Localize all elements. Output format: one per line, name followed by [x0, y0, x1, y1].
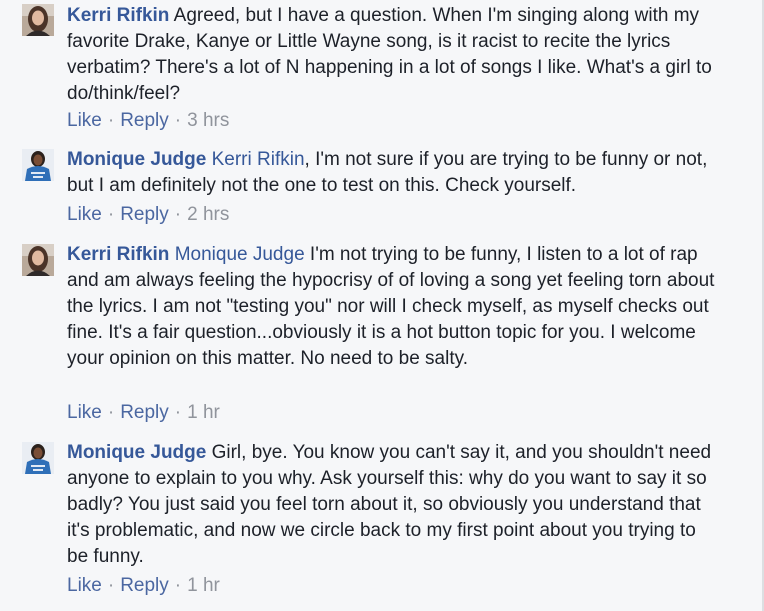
separator: ·: [107, 110, 115, 131]
reply-button[interactable]: Reply: [120, 110, 169, 131]
monique-avatar-icon: [22, 442, 54, 474]
comment-actions: Like · Reply · 1 hr: [67, 401, 220, 425]
separator: ·: [174, 402, 182, 423]
comment-timestamp[interactable]: 2 hrs: [187, 204, 229, 225]
avatar[interactable]: [22, 4, 54, 36]
comment-body: Monique Judge Kerri Rifkin, I'm not sure…: [67, 147, 722, 199]
kerri-avatar-icon: [22, 244, 54, 276]
comment-author[interactable]: Kerri Rifkin: [67, 244, 169, 265]
comment-body: Kerri Rifkin Monique Judge I'm not tryin…: [67, 242, 722, 372]
like-button[interactable]: Like: [67, 402, 102, 423]
comment-timestamp[interactable]: 1 hr: [187, 575, 220, 596]
avatar[interactable]: [22, 149, 54, 181]
avatar[interactable]: [22, 442, 54, 474]
comment-actions: Like · Reply · 2 hrs: [67, 203, 229, 227]
monique-avatar-icon: [22, 149, 54, 181]
reply-button[interactable]: Reply: [120, 204, 169, 225]
reply-button[interactable]: Reply: [120, 402, 169, 423]
separator: ·: [107, 204, 115, 225]
kerri-avatar-icon: [22, 4, 54, 36]
separator: ·: [174, 575, 182, 596]
like-button[interactable]: Like: [67, 575, 102, 596]
separator: ·: [174, 110, 182, 131]
comment-author[interactable]: Kerri Rifkin: [67, 5, 169, 26]
reply-button[interactable]: Reply: [120, 575, 169, 596]
separator: ·: [107, 575, 115, 596]
comment-actions: Like · Reply · 1 hr: [67, 574, 220, 598]
like-button[interactable]: Like: [67, 110, 102, 131]
mention-link[interactable]: Monique Judge: [175, 244, 305, 265]
avatar[interactable]: [22, 244, 54, 276]
comment-timestamp[interactable]: 1 hr: [187, 402, 220, 423]
separator: ·: [174, 204, 182, 225]
comment-timestamp[interactable]: 3 hrs: [187, 110, 229, 131]
separator: ·: [107, 402, 115, 423]
comment-body: Monique Judge Girl, bye. You know you ca…: [67, 440, 722, 570]
like-button[interactable]: Like: [67, 204, 102, 225]
mention-link[interactable]: Kerri Rifkin: [212, 149, 305, 170]
comment-author[interactable]: Monique Judge: [67, 149, 206, 170]
comment-body: Kerri Rifkin Agreed, but I have a questi…: [67, 3, 722, 107]
comment-actions: Like · Reply · 3 hrs: [67, 109, 229, 133]
comment-author[interactable]: Monique Judge: [67, 442, 206, 463]
